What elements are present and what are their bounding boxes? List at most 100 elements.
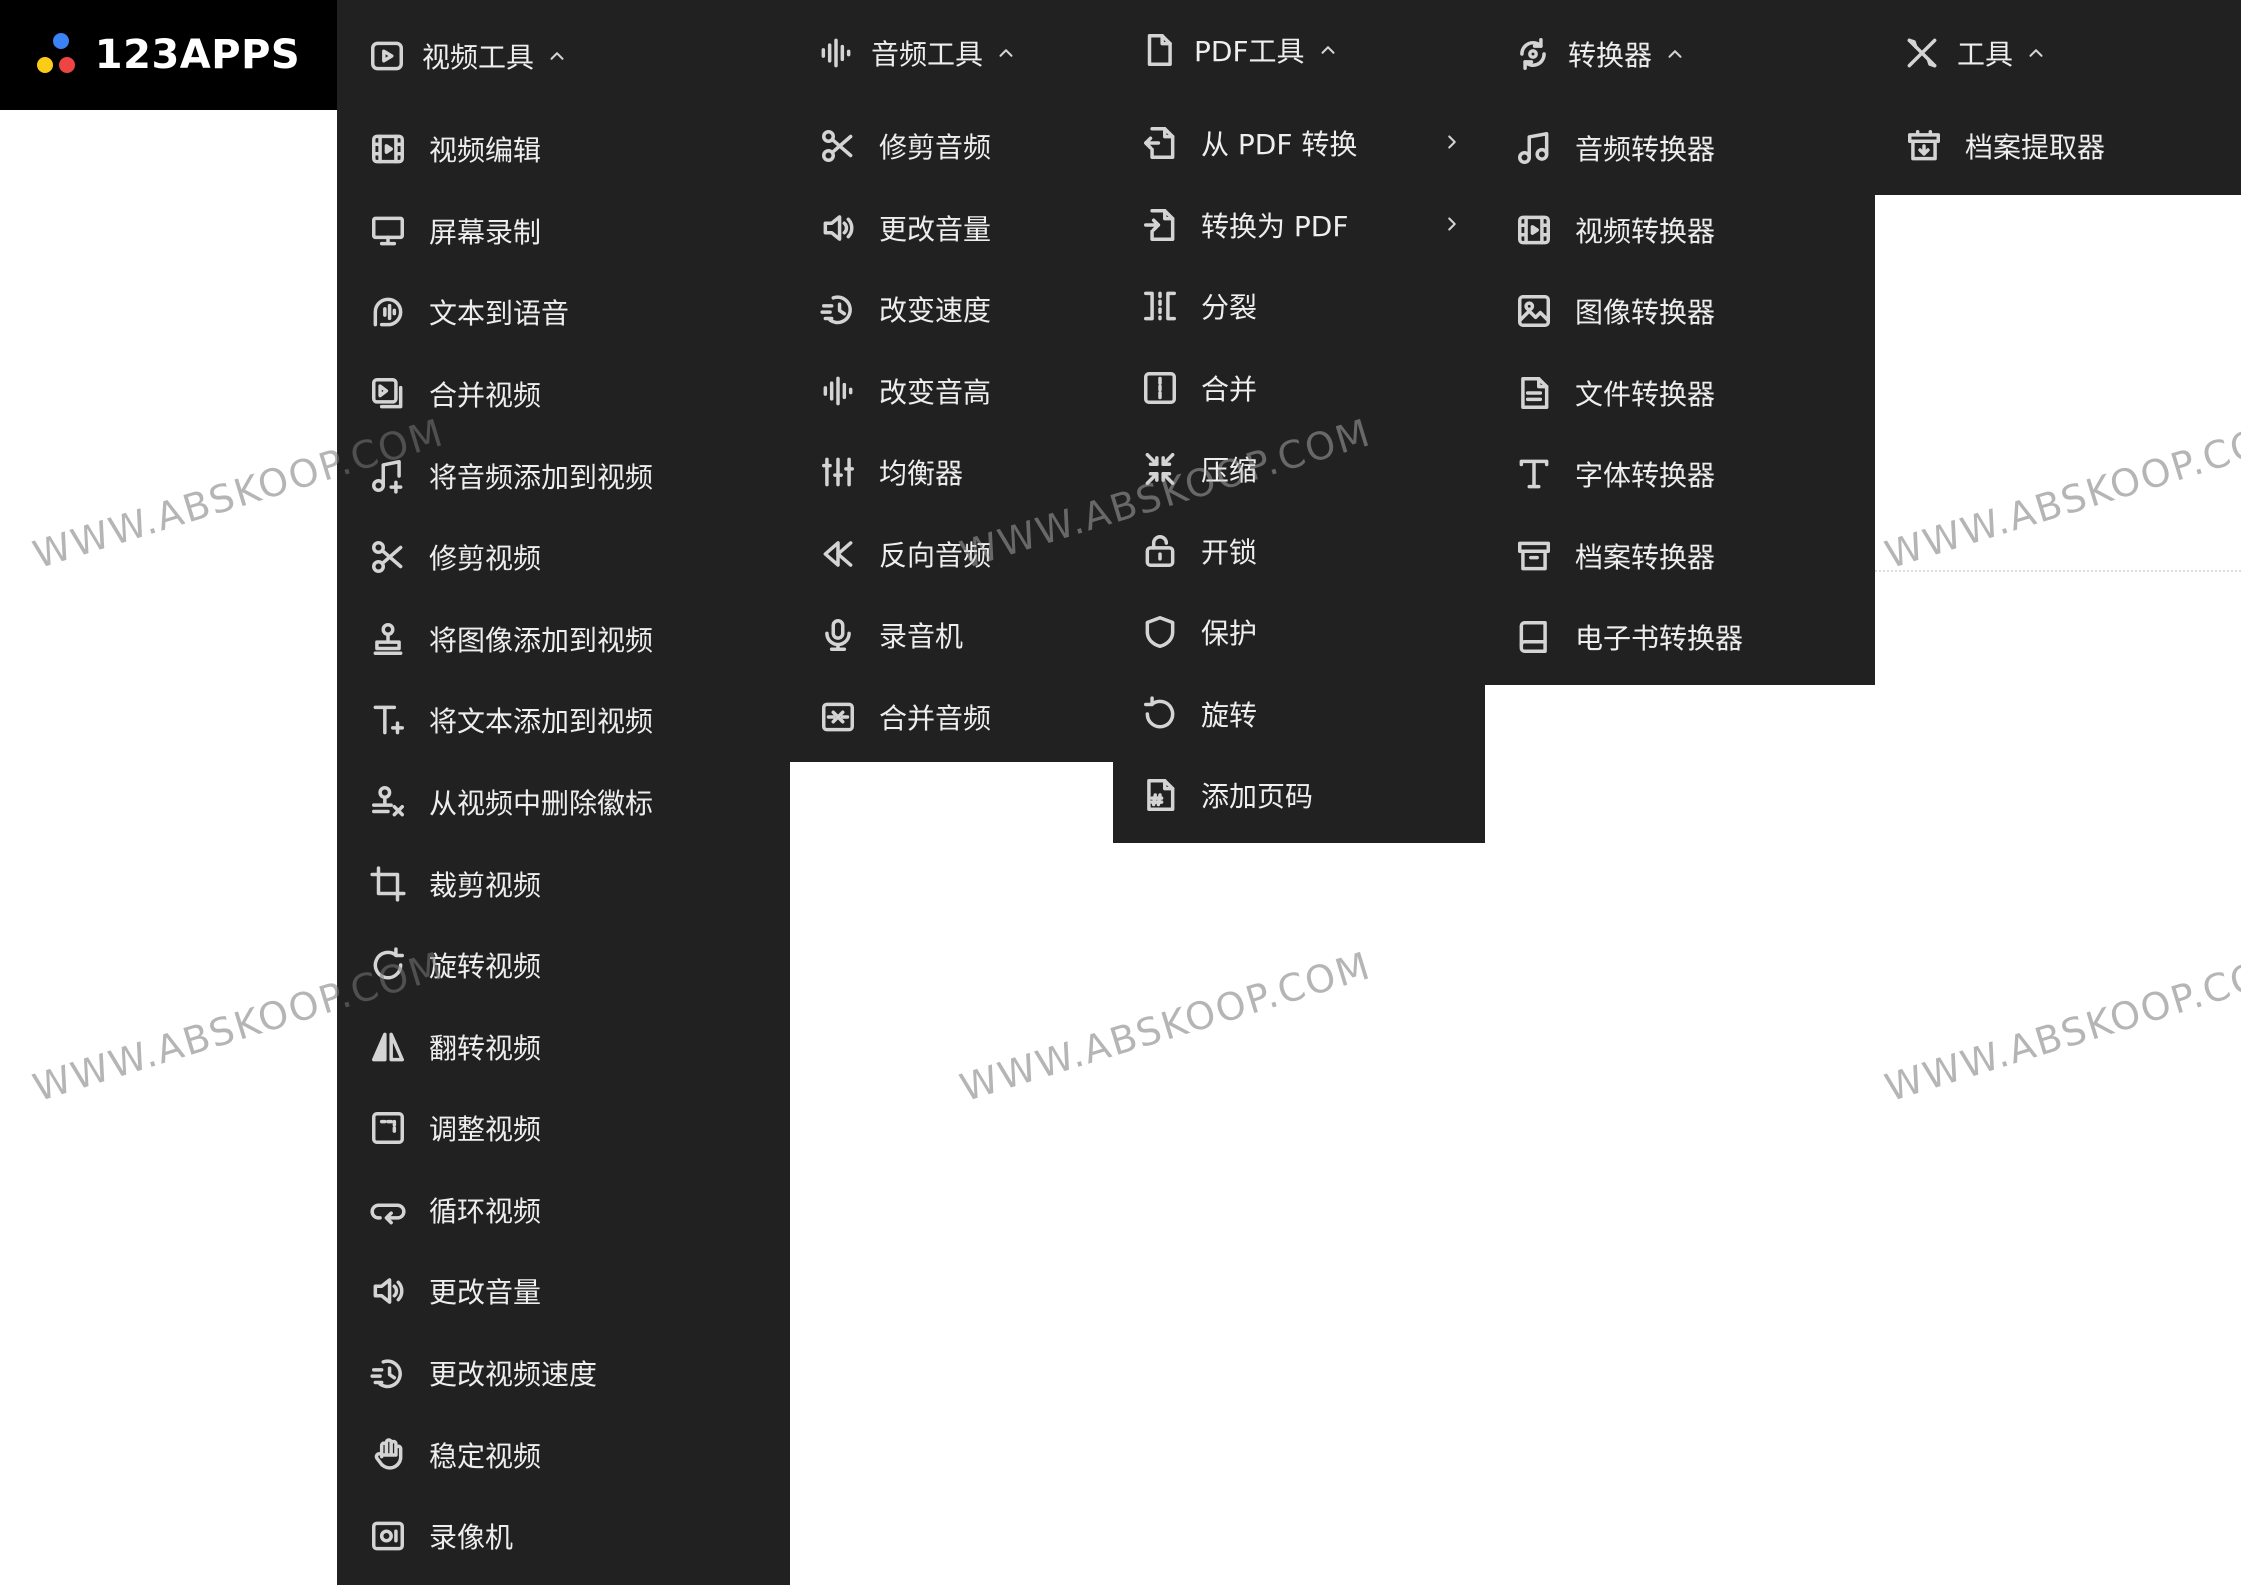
menu-item-trim-audio[interactable]: 修剪音频 [819, 126, 991, 166]
menu-item-loop-video[interactable]: 循环视频 [369, 1190, 541, 1230]
archive-extract-icon [1908, 130, 1940, 161]
menu-item-resize-video[interactable]: 调整视频 [369, 1108, 541, 1148]
menu-item-audio-recorder[interactable]: 录音机 [819, 615, 963, 655]
menu-item-flip-video[interactable]: 翻转视频 [369, 1027, 541, 1067]
menu-item-stabilize-video[interactable]: 稳定视频 [369, 1435, 541, 1475]
document-icon [1147, 34, 1172, 66]
rotate-left-icon [1144, 696, 1175, 729]
logo[interactable]: 123APPS [0, 0, 337, 110]
chevron-up-icon [999, 49, 1013, 57]
page-number-icon [1147, 779, 1175, 811]
menu-item-change-pitch[interactable]: 改变音高 [819, 371, 991, 411]
menu-item-add-text-to-video[interactable]: 将文本添加到视频 [369, 700, 653, 740]
menu-item-protect[interactable]: 保护 [1141, 612, 1257, 652]
crop-icon [370, 866, 406, 902]
menu-header-tools[interactable]: 工具 [1903, 33, 2047, 73]
rewind-icon [823, 541, 853, 567]
chevron-up-icon [1668, 50, 1682, 58]
menu-item-change-speed[interactable]: 改变速度 [819, 289, 991, 329]
menu-item-label: 档案提取器 [1965, 131, 2106, 164]
menu-item-change-volume-video[interactable]: 更改音量 [369, 1271, 541, 1311]
menu-item-label: 合并音频 [879, 702, 992, 735]
merge-audio-icon [822, 702, 854, 732]
volume-icon [373, 1278, 404, 1304]
image-icon [1518, 295, 1550, 327]
menu-item-screen-recorder[interactable]: 屏幕录制 [369, 211, 541, 251]
menu-item-label: 文本到语音 [429, 297, 570, 330]
menu-item-reverse-audio[interactable]: 反向音频 [819, 534, 991, 574]
menu-item-equalizer[interactable]: 均衡器 [819, 452, 963, 492]
rotate-icon [373, 947, 404, 980]
font-icon [1519, 459, 1549, 489]
speed-icon [820, 295, 852, 325]
menu-item-add-audio-to-video[interactable]: 将音频添加到视频 [369, 456, 653, 496]
menu-item-unlock[interactable]: 开锁 [1141, 531, 1257, 571]
menu-item-rotate[interactable]: 旋转 [1141, 694, 1257, 734]
scissors-icon [372, 541, 403, 573]
menu-item-label: 字体转换器 [1575, 459, 1716, 492]
text-plus-icon [373, 705, 404, 735]
menu-item-font-converter[interactable]: 字体转换器 [1515, 454, 1715, 494]
menu-item-label: 将音频添加到视频 [429, 461, 654, 494]
file-text-icon [1521, 377, 1549, 409]
menu-item-audio-converter[interactable]: 音频转换器 [1515, 128, 1715, 168]
stabilize-icon [374, 1438, 403, 1470]
merge-icon [1144, 372, 1176, 404]
menu-item-label: 合并视频 [429, 379, 542, 412]
chevron-up-icon [550, 52, 564, 60]
menu-item-label: 修剪音频 [879, 131, 992, 164]
file-convert-to-icon [1144, 209, 1175, 241]
menu-item-archive-converter[interactable]: 档案转换器 [1515, 536, 1715, 576]
menu-item-rotate-video[interactable]: 旋转视频 [369, 945, 541, 985]
menu-item-video-recorder[interactable]: 录像机 [369, 1516, 513, 1556]
menu-item-crop-video[interactable]: 裁剪视频 [369, 864, 541, 904]
menu-item-trim-video[interactable]: 修剪视频 [369, 537, 541, 577]
menu-item-image-converter[interactable]: 图像转换器 [1515, 291, 1715, 331]
menu-item-add-image-to-video[interactable]: 将图像添加到视频 [369, 619, 653, 659]
menu-item-convert-to-pdf[interactable]: 转换为 PDF [1141, 205, 1481, 245]
menu-item-video-converter[interactable]: 视频转换器 [1515, 210, 1715, 250]
menu-item-change-volume-audio[interactable]: 更改音量 [819, 208, 991, 248]
menu-converters [1485, 0, 1875, 685]
menu-header-label: 音频工具 [871, 38, 984, 71]
menu-item-label: 翻转视频 [429, 1032, 542, 1065]
menu-item-label: 文件转换器 [1575, 378, 1716, 411]
menu-item-compress[interactable]: 压缩 [1141, 449, 1257, 489]
menu-item-merge-audio[interactable]: 合并音频 [819, 697, 991, 737]
menu-item-add-page-numbers[interactable]: 添加页码 [1141, 775, 1313, 815]
menu-item-label: 将图像添加到视频 [429, 624, 654, 657]
menu-item-video-editor[interactable]: 视频编辑 [369, 129, 541, 169]
menu-item-label: 保护 [1201, 617, 1258, 650]
play-square-icon [371, 41, 403, 71]
menu-item-split[interactable]: 分裂 [1141, 286, 1257, 326]
menu-item-label: 分裂 [1201, 291, 1258, 324]
scissors-icon [822, 130, 853, 162]
menu-item-label: 压缩 [1201, 454, 1258, 487]
menu-item-merge[interactable]: 合并 [1141, 368, 1257, 408]
menu-item-change-video-speed[interactable]: 更改视频速度 [369, 1353, 597, 1393]
menu-item-label: 开锁 [1201, 536, 1258, 569]
watermark: WWW.ABSKOOP.COM [955, 943, 1377, 1111]
menu-item-label: 改变速度 [879, 294, 992, 327]
menu-item-archive-extractor[interactable]: 档案提取器 [1905, 126, 2105, 166]
menu-item-label: 从 PDF 转换 [1201, 128, 1358, 161]
menu-item-text-to-speech[interactable]: 文本到语音 [369, 292, 569, 332]
menu-item-merge-video[interactable]: 合并视频 [369, 374, 541, 414]
microphone-icon [825, 619, 851, 651]
menu-item-document-converter[interactable]: 文件转换器 [1515, 373, 1715, 413]
watermark: WWW.ABSKOOP.COM [1880, 410, 2241, 578]
menu-item-convert-from-pdf[interactable]: 从 PDF 转换 [1141, 123, 1481, 163]
music-note-icon [1518, 132, 1549, 164]
menu-item-ebook-converter[interactable]: 电子书转换器 [1515, 617, 1743, 657]
menu-item-label: 录像机 [429, 1521, 514, 1554]
menu-header-pdf-tools[interactable]: PDF工具 [1140, 30, 1339, 70]
menu-header-video-tools[interactable]: 视频工具 [368, 36, 568, 76]
menu-header-converters[interactable]: 转换器 [1514, 34, 1686, 74]
menu-item-label: 添加页码 [1201, 780, 1314, 813]
menu-item-label: 更改音量 [429, 1276, 542, 1309]
resize-icon [372, 1112, 404, 1144]
menu-item-remove-logo[interactable]: 从视频中删除徽标 [369, 782, 653, 822]
menu-item-label: 合并 [1201, 373, 1258, 406]
menu-item-label: 视频转换器 [1575, 215, 1716, 248]
menu-header-audio-tools[interactable]: 音频工具 [817, 33, 1017, 73]
